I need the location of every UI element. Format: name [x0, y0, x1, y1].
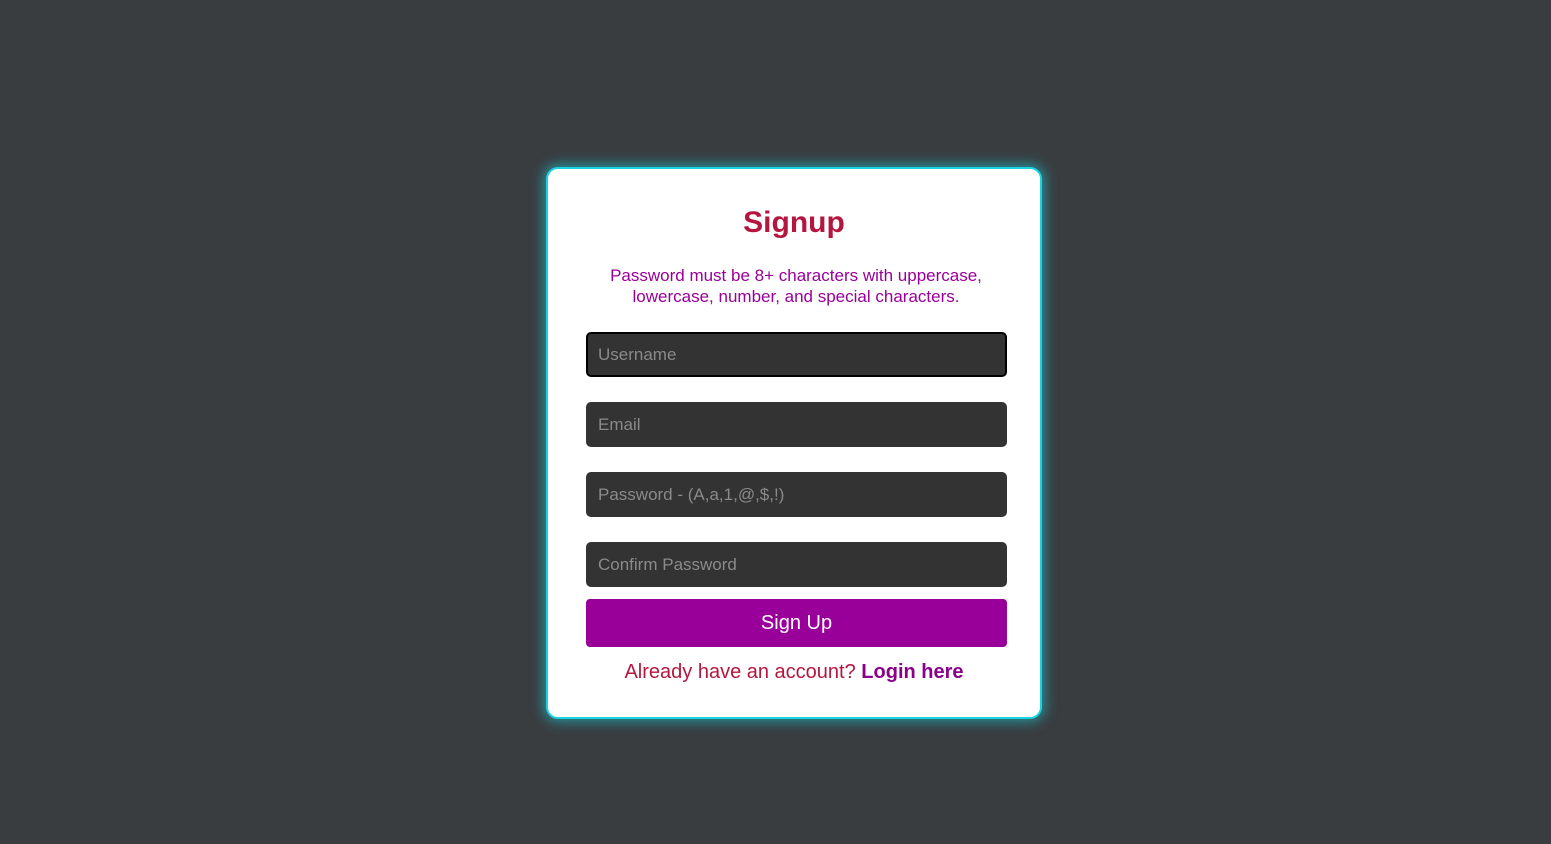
username-input[interactable] [586, 332, 1007, 377]
signup-card: Signup Password must be 8+ characters wi… [546, 167, 1042, 719]
password-input[interactable] [586, 472, 1007, 517]
confirm-password-input[interactable] [586, 542, 1007, 587]
login-prompt-text: Already have an account? [624, 661, 856, 683]
signup-title: Signup [743, 206, 845, 239]
password-requirements-hint: Password must be 8+ characters with uppe… [610, 266, 982, 306]
login-link[interactable]: Login here [861, 661, 963, 683]
email-input[interactable] [586, 402, 1007, 447]
sign-up-button[interactable]: Sign Up [586, 599, 1007, 647]
login-prompt: Already have an account? Login here [548, 659, 1040, 685]
page-background: Signup Password must be 8+ characters wi… [0, 0, 1551, 844]
